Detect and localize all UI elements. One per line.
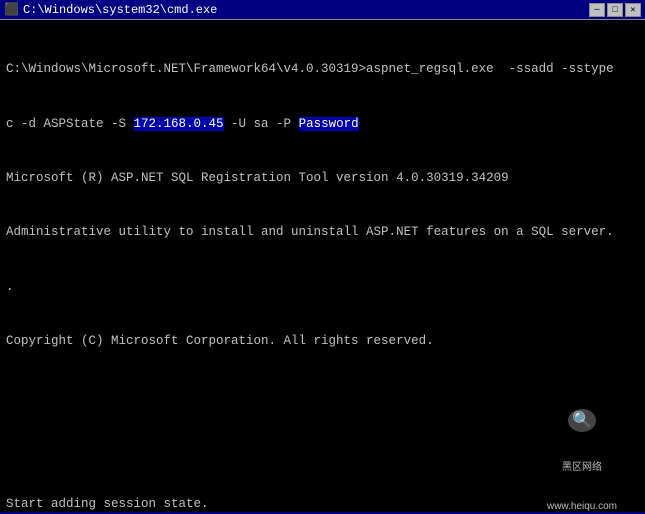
title-bar-buttons: ─ □ ✕ [589,3,641,17]
console-line-3: Microsoft (R) ASP.NET SQL Registration T… [6,169,639,187]
minimize-button[interactable]: ─ [589,3,605,17]
title-bar: ⬛ C:\Windows\system32\cmd.exe ─ □ ✕ [0,0,645,20]
watermark-site: 黑区网络 www.heiqu.com [547,435,617,512]
ip-highlight-1: 172.168.0.45 [134,117,224,131]
console-output: C:\Windows\Microsoft.NET\Framework64\v4.… [0,20,645,512]
close-button[interactable]: ✕ [625,3,641,17]
console-line-6: Copyright (C) Microsoft Corporation. All… [6,332,639,350]
pw-highlight-1: Password [299,117,359,131]
console-line-7 [6,387,639,405]
title-bar-icon: ⬛ [4,2,19,17]
watermark: 🔍 黑区网络 www.heiqu.com [527,444,637,504]
title-bar-title: C:\Windows\system32\cmd.exe [23,3,217,17]
console-line-4: Administrative utility to install and un… [6,223,639,241]
console-line-1: C:\Windows\Microsoft.NET\Framework64\v4.… [6,60,639,78]
watermark-icon: 🔍 [568,409,596,432]
title-bar-left: ⬛ C:\Windows\system32\cmd.exe [4,2,217,17]
console-line-2: c -d ASPState -S 172.168.0.45 -U sa -P P… [6,115,639,133]
maximize-button[interactable]: □ [607,3,623,17]
console-line-5: . [6,278,639,296]
